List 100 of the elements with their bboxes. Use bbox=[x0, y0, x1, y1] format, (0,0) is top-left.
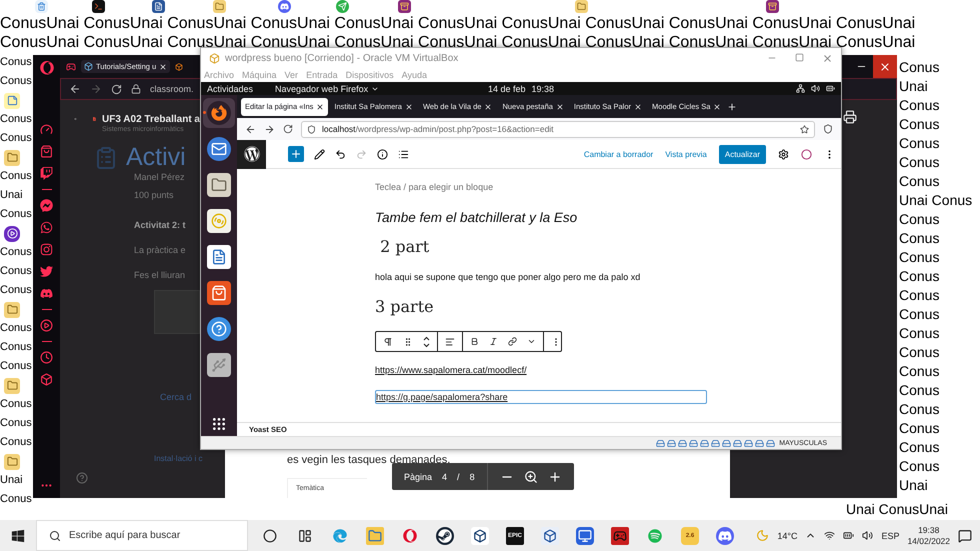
close-tab-icon[interactable] bbox=[404, 102, 413, 110]
address-field[interactable]: localhost/wordpress/wp-admin/post.php?post=16&action=edit bbox=[301, 120, 815, 138]
move-arrows-icon[interactable] bbox=[423, 336, 430, 348]
reload-icon[interactable] bbox=[283, 124, 293, 134]
close-button[interactable] bbox=[873, 55, 897, 78]
sidebar-app-icon[interactable] bbox=[40, 373, 53, 386]
sidebar-app-icon[interactable] bbox=[40, 243, 53, 256]
settings-icon[interactable] bbox=[778, 148, 789, 160]
folder-icon[interactable] bbox=[213, 0, 226, 13]
player-icon[interactable] bbox=[4, 226, 20, 242]
close-tab-icon[interactable] bbox=[159, 62, 168, 70]
shield-icon[interactable] bbox=[307, 124, 316, 134]
switch-to-draft-link[interactable]: Cambiar a borrador bbox=[584, 150, 654, 158]
bookmark-star-icon[interactable] bbox=[800, 124, 809, 134]
sidebar-app-icon[interactable] bbox=[40, 167, 53, 180]
notifications-icon[interactable] bbox=[958, 528, 972, 542]
close-tab-icon[interactable] bbox=[484, 102, 492, 110]
zoom-in-icon[interactable] bbox=[548, 470, 562, 484]
windows-icon[interactable] bbox=[11, 528, 25, 542]
close-icon[interactable] bbox=[879, 60, 891, 72]
device-status-icon[interactable] bbox=[744, 438, 754, 448]
close-tab-icon[interactable] bbox=[634, 102, 642, 110]
bold-icon[interactable] bbox=[470, 337, 479, 346]
undo-icon[interactable] bbox=[335, 148, 346, 160]
update-button[interactable]: Actualizar bbox=[718, 144, 766, 164]
folder-icon[interactable] bbox=[4, 378, 20, 394]
send-icon[interactable] bbox=[336, 0, 349, 13]
info-icon[interactable] bbox=[377, 148, 388, 160]
app-grid-icon[interactable] bbox=[211, 416, 227, 432]
terminal-icon[interactable] bbox=[92, 0, 105, 13]
network-icon[interactable] bbox=[796, 84, 805, 93]
close-tab-icon[interactable] bbox=[713, 102, 722, 110]
address-field[interactable]: classroom. bbox=[150, 84, 194, 94]
page-number[interactable]: 4 bbox=[442, 472, 448, 482]
heading-text[interactable]: 2 part bbox=[375, 237, 430, 256]
document-icon[interactable] bbox=[152, 0, 165, 13]
sidebar-app-icon[interactable] bbox=[40, 265, 53, 278]
date-text[interactable]: 14 de feb bbox=[488, 84, 526, 94]
forward-icon[interactable] bbox=[264, 124, 275, 134]
search-field[interactable]: Escribe aquí para buscar bbox=[36, 520, 248, 551]
dock-app-icon[interactable] bbox=[203, 98, 235, 128]
back-icon[interactable] bbox=[69, 83, 81, 95]
battery-icon[interactable] bbox=[826, 84, 835, 93]
archive-icon[interactable] bbox=[766, 0, 779, 13]
heading-text[interactable]: 3 parte bbox=[375, 297, 434, 316]
clock[interactable]: 19:38 14/02/2022 bbox=[907, 524, 950, 546]
sidebar-app-icon[interactable] bbox=[40, 199, 53, 212]
preview-link[interactable]: Vista previa bbox=[665, 150, 707, 158]
device-status-icon[interactable] bbox=[678, 438, 688, 448]
align-icon[interactable] bbox=[445, 336, 455, 346]
italic-icon[interactable] bbox=[489, 337, 498, 346]
time-text[interactable]: 19:38 bbox=[532, 84, 554, 94]
more-formats-icon[interactable] bbox=[527, 337, 536, 346]
device-status-icon[interactable] bbox=[722, 438, 732, 448]
volume-icon[interactable] bbox=[811, 84, 820, 93]
edit-icon[interactable] bbox=[314, 148, 325, 160]
sidebar-app-icon[interactable] bbox=[40, 221, 53, 234]
sidebar-app-icon[interactable] bbox=[40, 145, 53, 158]
battery-icon[interactable] bbox=[843, 530, 854, 541]
help-icon[interactable] bbox=[76, 472, 88, 484]
close-tab-icon[interactable] bbox=[556, 102, 564, 110]
language-indicator[interactable]: ESP bbox=[881, 530, 900, 540]
archive-icon[interactable] bbox=[398, 0, 411, 13]
device-status-icon[interactable] bbox=[766, 438, 776, 448]
drag-handle-icon[interactable] bbox=[403, 336, 413, 346]
device-status-icon[interactable] bbox=[733, 438, 742, 448]
device-status-icon[interactable] bbox=[755, 438, 764, 448]
search-icon[interactable] bbox=[49, 530, 61, 542]
sidebar-app-icon[interactable] bbox=[40, 351, 53, 364]
link-icon[interactable] bbox=[508, 337, 517, 346]
url-link[interactable]: https://www.sapalomera.cat/moodlecf/ bbox=[375, 365, 527, 375]
site-logo[interactable] bbox=[237, 140, 266, 168]
paragraph-icon[interactable] bbox=[383, 336, 393, 346]
device-status-icon[interactable] bbox=[711, 438, 720, 448]
maximize-icon[interactable] bbox=[795, 52, 804, 62]
sidebar-app-icon[interactable] bbox=[40, 287, 53, 300]
chat-icon[interactable] bbox=[278, 0, 291, 13]
paragraph-text[interactable]: hola aqui se supone que tengo que poner algo pero me da palo xd bbox=[375, 272, 640, 282]
print-icon[interactable] bbox=[843, 110, 857, 124]
list-view-icon[interactable] bbox=[398, 148, 409, 160]
zoom-icon[interactable] bbox=[524, 470, 538, 484]
folder-icon[interactable] bbox=[4, 454, 20, 470]
browser-logo-icon[interactable] bbox=[40, 61, 54, 75]
gamepad-icon[interactable] bbox=[66, 62, 76, 72]
device-status-icon[interactable] bbox=[700, 438, 710, 448]
notes-icon[interactable] bbox=[4, 92, 20, 108]
shield-icon[interactable] bbox=[823, 124, 833, 134]
folder-icon[interactable] bbox=[4, 302, 20, 318]
device-status-icon[interactable] bbox=[656, 438, 666, 448]
volume-icon[interactable] bbox=[862, 530, 874, 541]
back-icon[interactable] bbox=[245, 124, 256, 134]
wifi-icon[interactable] bbox=[824, 530, 836, 541]
device-status-icon[interactable] bbox=[689, 438, 698, 448]
close-icon[interactable] bbox=[822, 52, 833, 64]
plugin-icon[interactable] bbox=[801, 148, 812, 160]
new-tab-icon[interactable] bbox=[727, 102, 738, 112]
app-menu[interactable]: Navegador web Firefox bbox=[275, 84, 380, 94]
activities-button[interactable]: Actividades bbox=[207, 84, 254, 94]
close-tab-icon[interactable] bbox=[316, 102, 324, 110]
folder-icon[interactable] bbox=[4, 150, 20, 166]
